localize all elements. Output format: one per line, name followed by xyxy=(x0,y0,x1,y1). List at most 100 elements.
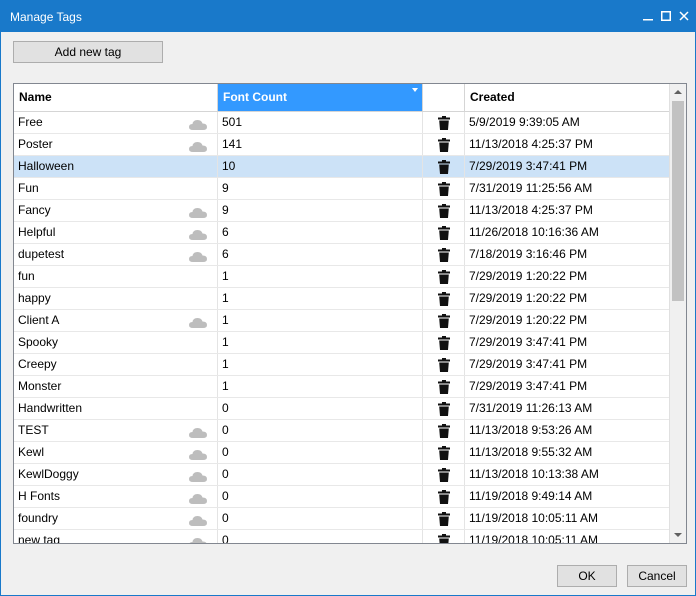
cell-font-count: 0 xyxy=(218,420,423,441)
table-row[interactable]: Client A 1 7/29/2019 1:20:22 PM xyxy=(14,310,670,332)
trash-icon[interactable] xyxy=(438,138,450,155)
trash-icon[interactable] xyxy=(438,314,450,331)
cancel-button[interactable]: Cancel xyxy=(627,565,687,587)
table-row[interactable]: TEST 0 11/13/2018 9:53:26 AM xyxy=(14,420,670,442)
cell-name: Helpful xyxy=(14,222,218,243)
table-row[interactable]: Fun 9 7/31/2019 11:25:56 AM xyxy=(14,178,670,200)
cell-font-count: 0 xyxy=(218,530,423,543)
cell-font-count: 501 xyxy=(218,112,423,133)
table-row[interactable]: Helpful 6 11/26/2018 10:16:36 AM xyxy=(14,222,670,244)
column-header-name[interactable]: Name xyxy=(14,84,218,111)
table-row[interactable]: fun 1 7/29/2019 1:20:22 PM xyxy=(14,266,670,288)
maximize-icon[interactable] xyxy=(659,8,673,24)
cell-delete xyxy=(423,508,465,529)
window-controls xyxy=(641,8,691,24)
table-row[interactable]: dupetest 6 7/18/2019 3:16:46 PM xyxy=(14,244,670,266)
tag-name: Client A xyxy=(18,313,60,327)
trash-icon[interactable] xyxy=(438,116,450,133)
table-row[interactable]: new tag 0 11/19/2018 10:05:11 AM xyxy=(14,530,670,544)
cell-created: 7/29/2019 1:20:22 PM xyxy=(469,269,588,283)
table-row[interactable]: H Fonts 0 11/19/2018 9:49:14 AM xyxy=(14,486,670,508)
trash-icon[interactable] xyxy=(438,336,450,353)
cell-font-count: 1 xyxy=(218,266,423,287)
trash-icon[interactable] xyxy=(438,446,450,463)
cloud-icon xyxy=(188,491,208,507)
trash-icon[interactable] xyxy=(438,402,450,419)
trash-icon[interactable] xyxy=(438,226,450,243)
cell-delete xyxy=(423,464,465,485)
cell-name: dupetest xyxy=(14,244,218,265)
ok-button[interactable]: OK xyxy=(557,565,617,587)
cell-name: Poster xyxy=(14,134,218,155)
vertical-scrollbar[interactable] xyxy=(669,84,686,543)
trash-icon[interactable] xyxy=(438,512,450,529)
trash-icon[interactable] xyxy=(438,182,450,199)
cell-delete xyxy=(423,178,465,199)
scrollbar-thumb[interactable] xyxy=(672,101,684,301)
cell-font-count: 6 xyxy=(218,222,423,243)
add-new-tag-button[interactable]: Add new tag xyxy=(13,41,163,63)
tag-name: new tag xyxy=(18,533,61,544)
table-row[interactable]: Free 501 5/9/2019 9:39:05 AM xyxy=(14,112,670,134)
cell-name: fun xyxy=(14,266,218,287)
cell-font-count: 6 xyxy=(218,244,423,265)
tag-name: Handwritten xyxy=(18,401,83,415)
table-row[interactable]: Creepy 1 7/29/2019 3:47:41 PM xyxy=(14,354,670,376)
table-row[interactable]: Handwritten 0 7/31/2019 11:26:13 AM xyxy=(14,398,670,420)
table-row[interactable]: Poster 141 11/13/2018 4:25:37 PM xyxy=(14,134,670,156)
cell-created: 11/19/2018 10:05:11 AM xyxy=(469,533,598,544)
minimize-icon[interactable] xyxy=(641,8,655,24)
cell-created: 7/18/2019 3:16:46 PM xyxy=(469,247,588,261)
table-row[interactable]: Spooky 1 7/29/2019 3:47:41 PM xyxy=(14,332,670,354)
cell-font-count: 1 xyxy=(218,310,423,331)
trash-icon[interactable] xyxy=(438,468,450,485)
cell-name: Fun xyxy=(14,178,218,199)
tag-name: Helpful xyxy=(18,225,56,239)
cell-created: 11/13/2018 4:25:37 PM xyxy=(469,137,593,151)
trash-icon[interactable] xyxy=(438,534,450,543)
cell-name: Client A xyxy=(14,310,218,331)
cloud-icon xyxy=(188,425,208,441)
cell-created: 11/26/2018 10:16:36 AM xyxy=(469,225,599,239)
table-row[interactable]: Monster 1 7/29/2019 3:47:41 PM xyxy=(14,376,670,398)
cell-delete xyxy=(423,530,465,543)
scroll-down-icon[interactable] xyxy=(674,533,682,537)
window-title: Manage Tags xyxy=(10,10,82,24)
trash-icon[interactable] xyxy=(438,380,450,397)
trash-icon[interactable] xyxy=(438,292,450,309)
cloud-icon xyxy=(188,249,208,265)
tag-name: Kewl xyxy=(18,445,45,459)
trash-icon[interactable] xyxy=(438,358,450,375)
cell-font-count: 0 xyxy=(218,398,423,419)
table-row[interactable]: Kewl 0 11/13/2018 9:55:32 AM xyxy=(14,442,670,464)
trash-icon[interactable] xyxy=(438,248,450,265)
table-row[interactable]: happy 1 7/29/2019 1:20:22 PM xyxy=(14,288,670,310)
trash-icon[interactable] xyxy=(438,424,450,441)
cell-delete xyxy=(423,156,465,177)
cell-delete xyxy=(423,376,465,397)
table-row[interactable]: KewlDoggy 0 11/13/2018 10:13:38 AM xyxy=(14,464,670,486)
cell-delete xyxy=(423,222,465,243)
table-row[interactable]: Halloween 10 7/29/2019 3:47:41 PM xyxy=(14,156,670,178)
cell-delete xyxy=(423,332,465,353)
column-header-font-count[interactable]: Font Count xyxy=(218,84,423,111)
tag-name: Creepy xyxy=(18,357,57,371)
trash-icon[interactable] xyxy=(438,270,450,287)
cell-delete xyxy=(423,134,465,155)
trash-icon[interactable] xyxy=(438,204,450,221)
table-row[interactable]: Fancy 9 11/13/2018 4:25:37 PM xyxy=(14,200,670,222)
cell-created: 11/19/2018 9:49:14 AM xyxy=(469,489,593,503)
tag-name: Free xyxy=(18,115,43,129)
tag-name: Fancy xyxy=(18,203,51,217)
table-row[interactable]: foundry 0 11/19/2018 10:05:11 AM xyxy=(14,508,670,530)
cell-delete xyxy=(423,354,465,375)
scroll-up-icon[interactable] xyxy=(674,90,682,94)
trash-icon[interactable] xyxy=(438,160,450,177)
sort-descending-icon xyxy=(412,88,418,92)
close-icon[interactable] xyxy=(677,8,691,24)
cell-name: Fancy xyxy=(14,200,218,221)
title-bar[interactable]: Manage Tags xyxy=(1,1,695,32)
trash-icon[interactable] xyxy=(438,490,450,507)
column-header-created[interactable]: Created xyxy=(465,84,670,111)
cloud-icon xyxy=(188,205,208,221)
